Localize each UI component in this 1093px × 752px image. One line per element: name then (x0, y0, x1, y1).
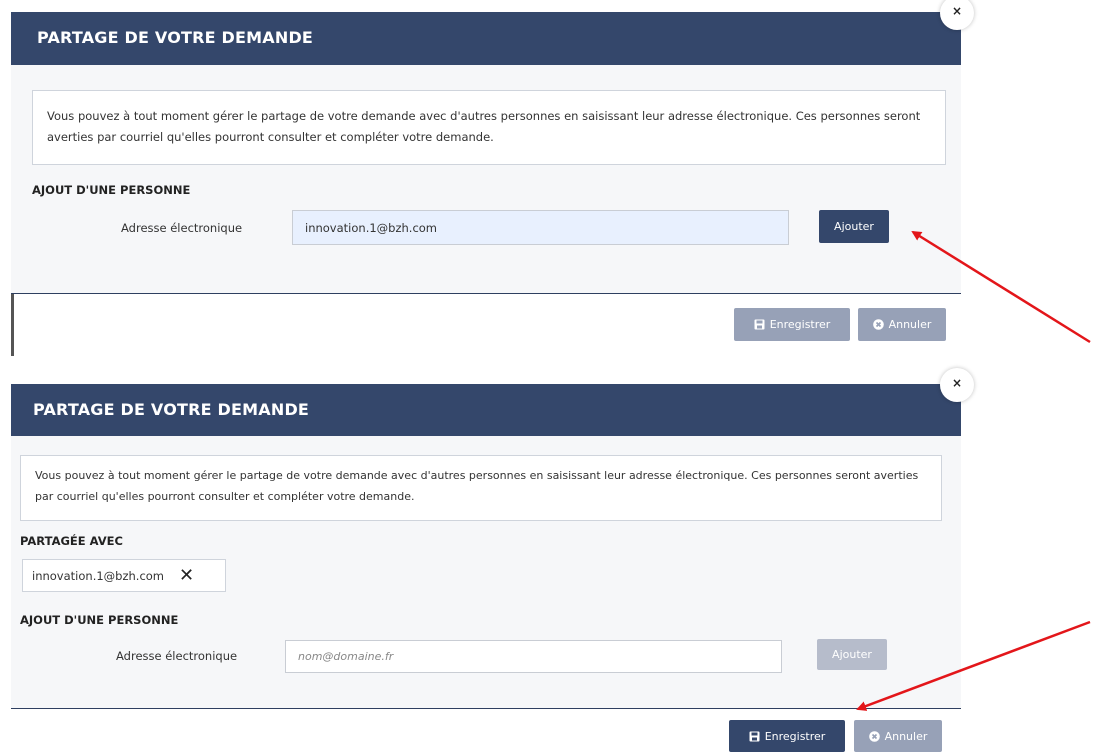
share-dialog-after: PARTAGE DE VOTRE DEMANDE × Vous pouvez à… (11, 368, 974, 752)
save-button[interactable]: Enregistrer (734, 308, 850, 341)
save-button-label: Enregistrer (764, 729, 826, 743)
footer-divider (11, 708, 961, 709)
shared-user-email: innovation.1@bzh.com (32, 568, 165, 583)
email-input-placeholder: nom@domaine.fr (298, 650, 394, 663)
cancel-button[interactable]: Annuler (858, 308, 946, 341)
close-button[interactable]: × (940, 0, 974, 30)
email-input[interactable]: nom@domaine.fr (285, 640, 782, 673)
add-button[interactable]: Ajouter (819, 210, 889, 243)
dialog-title: PARTAGE DE VOTRE DEMANDE (37, 28, 314, 47)
add-person-title: AJOUT D'UNE PERSONNE (20, 613, 179, 627)
email-label: Adresse électronique (121, 221, 243, 235)
email-input[interactable]: innovation.1@bzh.com (292, 210, 789, 245)
add-person-title: AJOUT D'UNE PERSONNE (32, 183, 191, 197)
info-box: Vous pouvez à tout moment gérer le parta… (32, 90, 946, 165)
floppy-disk-icon (754, 319, 765, 330)
save-button-label: Enregistrer (769, 318, 831, 331)
close-button[interactable]: × (940, 368, 974, 402)
floppy-disk-icon (749, 731, 760, 742)
cancel-button-label: Annuler (884, 729, 928, 743)
shared-with-title: PARTAGÉE AVEC (20, 534, 123, 548)
cancel-circle-icon (872, 319, 884, 330)
cancel-button[interactable]: Annuler (854, 720, 942, 752)
info-box: Vous pouvez à tout moment gérer le parta… (20, 455, 942, 521)
shared-user-chip: innovation.1@bzh.com ✕ (22, 559, 226, 592)
cancel-circle-icon (868, 730, 880, 742)
dialog-header: PARTAGE DE VOTRE DEMANDE (11, 12, 961, 74)
dialog-header: PARTAGE DE VOTRE DEMANDE (11, 384, 961, 445)
dialog-title: PARTAGE DE VOTRE DEMANDE (33, 400, 310, 419)
share-dialog-before: PARTAGE DE VOTRE DEMANDE × Vous pouvez à… (11, 0, 974, 356)
add-button[interactable]: Ajouter (817, 639, 887, 670)
save-button[interactable]: Enregistrer (729, 720, 845, 752)
cancel-button-label: Annuler (888, 318, 932, 331)
remove-share-icon[interactable]: ✕ (179, 566, 194, 585)
email-input-value: innovation.1@bzh.com (305, 220, 438, 235)
footer-divider (11, 293, 961, 294)
background-edge (11, 294, 14, 356)
email-label: Adresse électronique (116, 649, 238, 663)
